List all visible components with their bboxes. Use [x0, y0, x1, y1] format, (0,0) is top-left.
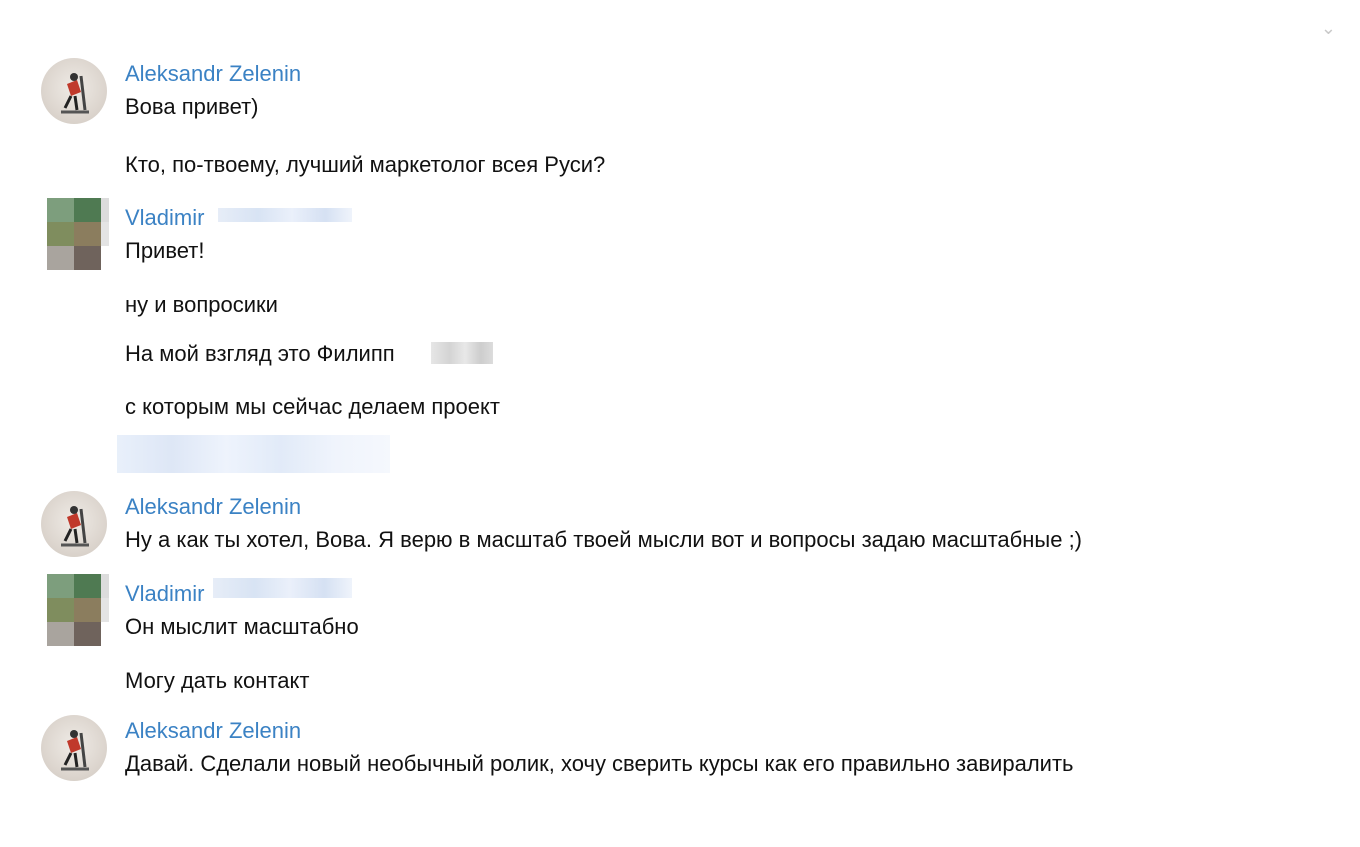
avatar-aleksandr[interactable] [41, 715, 107, 781]
message-text: Вова привет) [125, 94, 259, 119]
sender-name[interactable]: Aleksandr Zelenin [125, 718, 301, 744]
avatar-aleksandr[interactable] [41, 491, 107, 557]
message-text: с которым мы сейчас делаем проект [125, 394, 500, 419]
sender-name[interactable]: Aleksandr Zelenin [125, 494, 301, 520]
redacted-name [218, 208, 352, 222]
redacted-surname [431, 342, 493, 364]
avatar-vladimir[interactable] [47, 198, 109, 270]
message-text: Могу дать контакт [125, 668, 310, 693]
avatar-aleksandr[interactable] [41, 58, 107, 124]
person-icon [61, 506, 89, 547]
person-icon [61, 73, 89, 114]
message-text: Ну а как ты хотел, Вова. Я верю в масшта… [125, 527, 1083, 552]
message-text: На мой взгляд это Филипп [125, 341, 395, 366]
message-text: Он мыслит масштабно [125, 614, 359, 639]
sender-name[interactable]: Vladimir [125, 581, 204, 607]
avatar-vladimir[interactable] [47, 574, 109, 646]
sender-name[interactable]: Aleksandr Zelenin [125, 61, 301, 87]
redacted-content [117, 435, 390, 473]
message-text: ну и вопросики [125, 292, 278, 317]
message-text: Привет! [125, 238, 205, 263]
person-icon [61, 730, 89, 771]
chat-messages: ⌄ Aleksandr Zelenin Вова привет) Кто, по… [0, 0, 1360, 847]
sender-name[interactable]: Vladimir [125, 205, 204, 231]
redacted-name [213, 578, 352, 598]
message-text: Давай. Сделали новый необычный ролик, хо… [125, 751, 1074, 776]
message-text: Кто, по-твоему, лучший маркетолог всея Р… [125, 152, 606, 177]
scroll-indicator: ⌄ [1320, 18, 1336, 38]
